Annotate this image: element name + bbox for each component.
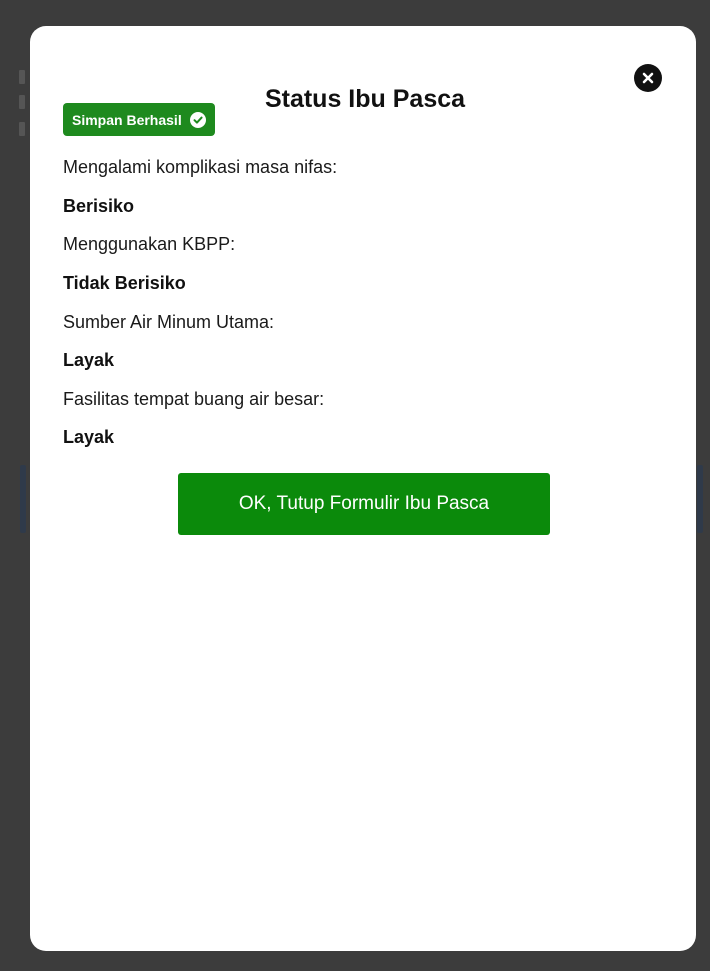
ok-close-form-button[interactable]: OK, Tutup Formulir Ibu Pasca (178, 473, 550, 535)
close-icon (642, 72, 654, 84)
status-modal: Status Ibu Pasca Simpan Berhasil Mengala… (30, 26, 696, 951)
background-page-fragment (20, 465, 26, 533)
background-page-fragment (697, 465, 703, 533)
field-value-komplikasi: Berisiko (63, 196, 135, 216)
field-label-air-minum: Sumber Air Minum Utama: (63, 312, 275, 332)
field-value-buang-air: Layak (63, 427, 115, 447)
field-label-kbpp: Menggunakan KBPP: (63, 234, 236, 254)
check-circle-icon (189, 111, 206, 128)
save-success-badge: Simpan Berhasil (63, 103, 215, 136)
field-label-komplikasi: Mengalami komplikasi masa nifas: (63, 157, 338, 177)
field-value-kbpp: Tidak Berisiko (63, 273, 186, 293)
badge-label: Simpan Berhasil (72, 111, 182, 128)
field-value-air-minum: Layak (63, 350, 115, 370)
close-button[interactable] (634, 64, 662, 92)
field-label-buang-air: Fasilitas tempat buang air besar: (63, 389, 325, 409)
background-page-fragment (19, 122, 25, 136)
background-page-fragment (19, 70, 25, 84)
